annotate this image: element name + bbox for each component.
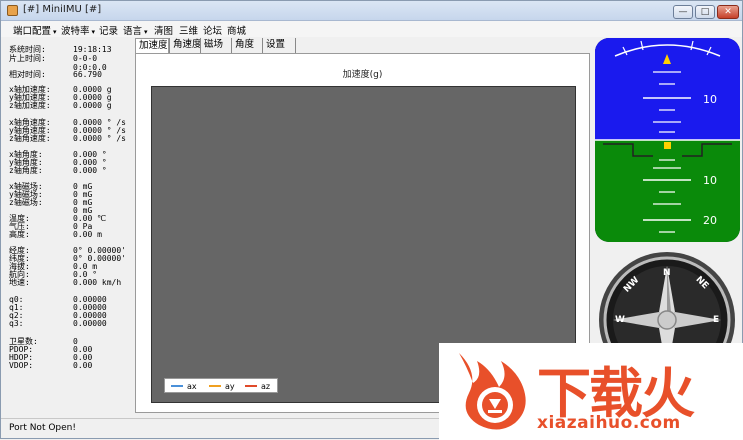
reading-row: z轴加速度: 0.0000 g <box>9 101 135 111</box>
close-button[interactable]: ✕ <box>717 5 739 19</box>
app-window: [#] MiniIMU [#] — □ ✕ 端口配置 ▾ 波特率 ▾ 记录 语言 ▾ … <box>0 0 743 440</box>
tab-angular-velocity[interactable]: 角速度 <box>169 38 202 53</box>
reading-value: 0.0000 g <box>73 101 112 110</box>
reading-label: 高度: <box>9 230 30 239</box>
menu-clear-chart[interactable]: 清图 <box>154 23 173 37</box>
reading-value: 0.00 m <box>73 230 102 239</box>
watermark-logo-icon <box>459 353 526 430</box>
reading-value: 66.790 <box>73 70 102 79</box>
legend-swatch-ax <box>171 385 183 387</box>
menu-shop[interactable]: 商城 <box>227 23 246 37</box>
legend-label-ay: ay <box>225 382 235 391</box>
tab-settings[interactable]: 设置 <box>262 38 296 53</box>
tab-magnetic-field[interactable]: 磁场 <box>200 38 232 53</box>
watermark-overlay: 下载火 xiazaihuo.com <box>439 343 743 440</box>
reading-label: z轴角速度: <box>9 134 51 143</box>
maximize-button[interactable]: □ <box>695 5 715 19</box>
reading-label: z轴角度: <box>9 166 43 175</box>
tab-strip: 加速度 角速度 磁场 角度 设置 <box>135 38 595 54</box>
reading-row: 地速: 0.000 km/h <box>9 278 135 288</box>
legend-swatch-az <box>245 385 257 387</box>
menu-language-label: 语言 <box>123 26 143 37</box>
menu-baud-rate[interactable]: 波特率 ▾ <box>61 23 95 37</box>
reading-value: 0.000 ° <box>73 166 107 175</box>
menu-language[interactable]: 语言 ▾ <box>123 23 148 37</box>
reading-label: z轴加速度: <box>9 101 51 110</box>
chevron-down-icon: ▾ <box>91 28 96 36</box>
window-title: [#] MiniIMU [#] <box>23 4 102 15</box>
legend-label-az: az <box>261 382 271 391</box>
legend-label-ax: ax <box>187 382 197 391</box>
pitch-label-down-20: 20 <box>703 214 717 227</box>
menu-port-config-label: 端口配置 <box>13 26 52 37</box>
menu-baud-rate-label: 波特率 <box>61 26 90 37</box>
reading-label: 相对时间: <box>9 70 46 79</box>
tab-acceleration[interactable]: 加速度 <box>135 38 169 54</box>
minimize-button[interactable]: — <box>673 5 693 19</box>
menu-bar: 端口配置 ▾ 波特率 ▾ 记录 语言 ▾ 清图 三维 论坛 商城 <box>1 21 742 37</box>
title-bar: [#] MiniIMU [#] — □ ✕ <box>1 1 742 21</box>
compass-label-w: W <box>615 315 625 325</box>
app-icon <box>7 5 18 16</box>
status-text: Port Not Open! <box>9 423 76 433</box>
attitude-indicator: 10 10 20 <box>595 38 740 242</box>
reading-label: 地速: <box>9 278 30 287</box>
chevron-down-icon: ▾ <box>53 28 57 36</box>
reading-row: 高度: 0.00 m <box>9 230 135 240</box>
reading-row: VDOP: 0.00 <box>9 361 135 371</box>
chevron-down-icon: ▾ <box>144 28 148 36</box>
compass-label-n: N <box>663 268 671 278</box>
readings-panel: 系统时间: 19:18:13 片上时间: 0-0-0 0:0:0.0 相对时间: 66… <box>9 43 135 383</box>
attitude-indicator-graphic <box>595 38 740 242</box>
menu-forum[interactable]: 论坛 <box>203 23 222 37</box>
chart-legend: ax ay az <box>164 378 278 393</box>
reading-value: 0.00 <box>73 361 93 370</box>
reading-label: q3: <box>9 319 24 328</box>
menu-record[interactable]: 记录 <box>99 23 118 37</box>
reading-row: z轴角速度: 0.0000 ° /s <box>9 134 135 144</box>
compass-label-e: E <box>713 315 720 325</box>
watermark-url: xiazaihuo.com <box>537 413 681 433</box>
menu-3d[interactable]: 三维 <box>179 23 198 37</box>
reading-value: 0.0000 ° /s <box>73 134 126 143</box>
reading-label: VDOP: <box>9 361 34 370</box>
reading-row: z轴角度: 0.000 ° <box>9 166 135 176</box>
legend-swatch-ay <box>209 385 221 387</box>
pitch-label-down-10: 10 <box>703 174 717 187</box>
chart-title: 加速度(g) <box>342 70 383 80</box>
reading-row: q3: 0.00000 <box>9 319 135 329</box>
menu-port-config[interactable]: 端口配置 ▾ <box>13 23 57 37</box>
reading-value: 0.00000 <box>73 319 107 328</box>
pitch-label-up-10: 10 <box>703 93 717 106</box>
reading-row: 相对时间: 66.790 <box>9 70 135 80</box>
reading-value: 0.000 km/h <box>73 278 122 287</box>
tab-angle[interactable]: 角度 <box>231 38 263 53</box>
